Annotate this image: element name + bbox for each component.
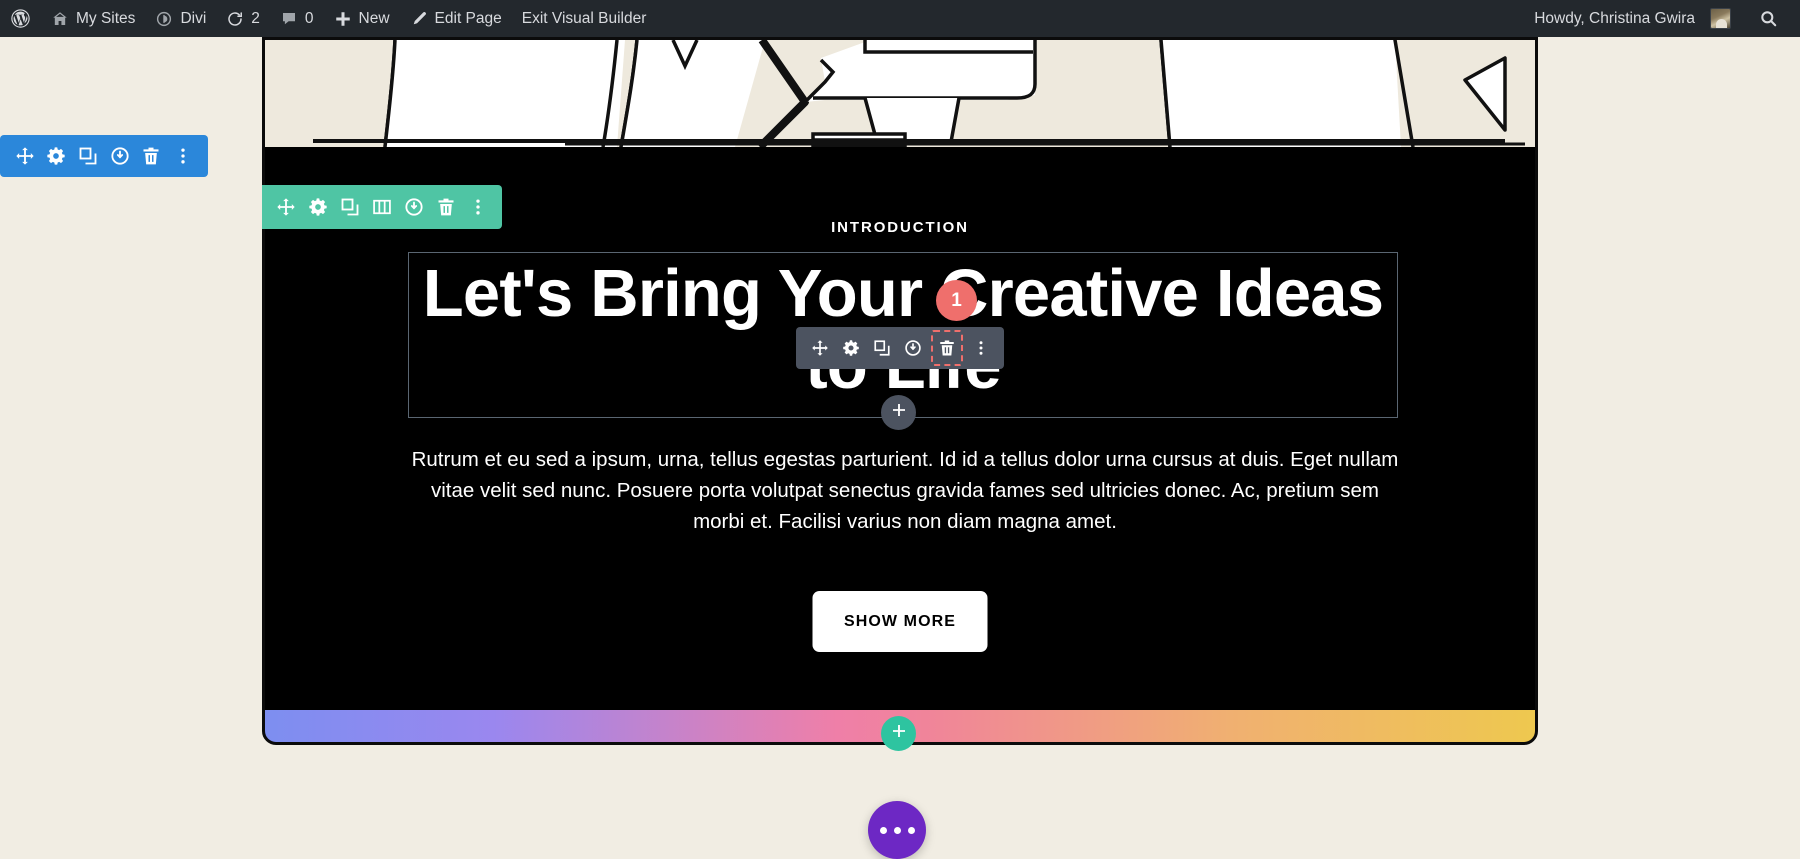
admin-bar-label-exit-visual-builder: Exit Visual Builder [521,9,647,27]
module-more-options-button[interactable] [968,331,994,365]
row-disable-button[interactable] [401,185,427,229]
row-settings-toolbar[interactable] [262,185,502,229]
ellipsis-icon [879,826,887,834]
avatar [1710,8,1731,29]
admin-bar-label-divi: Divi [180,9,207,27]
module-delete-button[interactable] [930,330,963,366]
admin-bar-label-comments: 0 [304,9,314,27]
show-more-button[interactable]: SHOW MORE [812,591,988,652]
section-settings-button[interactable] [43,135,69,177]
row-settings-button[interactable] [305,185,331,229]
section-settings-toolbar[interactable] [0,135,208,177]
admin-bar-label-edit-page: Edit Page [434,9,502,27]
admin-bar-item-exit-visual-builder[interactable]: Exit Visual Builder [512,0,657,37]
add-module-button[interactable] [881,395,916,430]
admin-bar-item-account[interactable]: Howdy, Christina Gwira [1524,0,1741,37]
pencil-icon [410,10,428,28]
howdy-text: Howdy, Christina Gwira [1534,9,1695,27]
section-duplicate-button[interactable] [75,135,101,177]
admin-bar-label-my-sites: My Sites [76,9,136,27]
plus-icon [334,10,352,28]
admin-bar-right-group: Howdy, Christina Gwira [1524,0,1800,37]
module-move-button[interactable] [807,331,833,365]
admin-bar-item-wordpress[interactable] [0,0,41,37]
admin-bar-item-edit-page[interactable]: Edit Page [400,0,512,37]
wp-admin-bar: My Sites Divi 2 0 New Edit Page Exit Vis… [0,0,1800,37]
module-disable-button[interactable] [900,331,926,365]
plus-icon [891,723,907,744]
visual-builder-canvas: INTRODUCTION Let's Bring Your Creative I… [0,37,1800,859]
step-badge: 1 [936,280,977,321]
admin-bar-label-updates: 2 [251,9,260,27]
row-delete-button[interactable] [433,185,459,229]
module-settings-button[interactable] [838,331,864,365]
admin-bar-item-my-sites[interactable]: My Sites [41,0,145,37]
module-settings-toolbar[interactable] [796,327,1004,369]
section-disable-button[interactable] [107,135,133,177]
sites-icon [51,10,69,28]
plus-icon [891,402,907,423]
admin-bar-item-divi[interactable]: Divi [145,0,216,37]
search-icon [1759,9,1778,28]
builder-settings-button[interactable] [868,801,926,859]
search-button[interactable] [1741,9,1792,28]
admin-bar-item-comments[interactable]: 0 [270,0,324,37]
module-duplicate-button[interactable] [869,331,895,365]
section-delete-button[interactable] [138,135,164,177]
hero-illustration [265,40,1535,147]
updates-icon [226,10,244,28]
intro-section: INTRODUCTION Let's Bring Your Creative I… [265,147,1535,742]
body-text: Rutrum et eu sed a ipsum, urna, tellus e… [411,448,1399,533]
ellipsis-icon [907,826,915,834]
add-row-button[interactable] [881,716,916,751]
section-more-options-button[interactable] [170,135,196,177]
admin-bar-item-new[interactable]: New [324,0,400,37]
comments-icon [280,10,298,28]
row-duplicate-button[interactable] [337,185,363,229]
admin-bar-item-updates[interactable]: 2 [216,0,270,37]
row-column-structure-button[interactable] [369,185,395,229]
ellipsis-icon [893,826,901,834]
row-more-options-button[interactable] [465,185,491,229]
section-move-button[interactable] [12,135,38,177]
page-preview-frame: INTRODUCTION Let's Bring Your Creative I… [262,37,1538,745]
row-move-button[interactable] [273,185,299,229]
admin-bar-label-new: New [358,9,390,27]
divi-icon [155,10,173,28]
wordpress-logo-icon [10,8,31,29]
